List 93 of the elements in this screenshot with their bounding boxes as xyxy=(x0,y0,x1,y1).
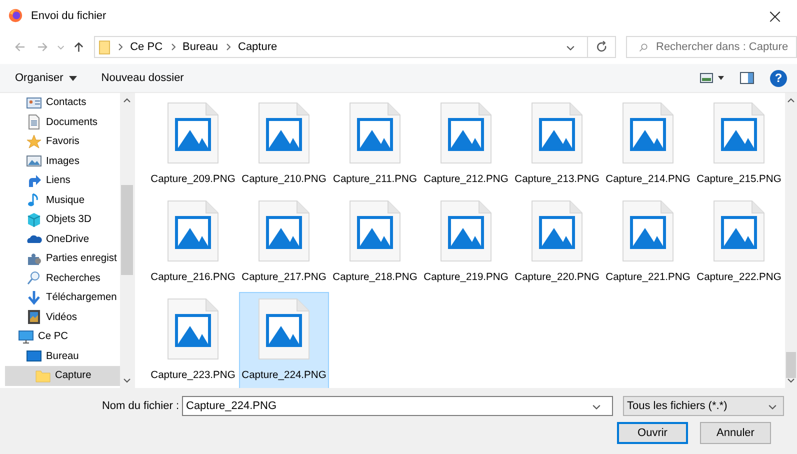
document-icon xyxy=(26,114,42,130)
file-type-dropdown[interactable]: Tous les fichiers (*.*) xyxy=(623,396,784,416)
image-file-icon xyxy=(713,102,765,164)
address-bar[interactable]: Ce PC Bureau Capture xyxy=(94,36,588,58)
scroll-down-icon[interactable] xyxy=(787,376,795,384)
search-field[interactable]: Rechercher dans : Capture xyxy=(626,36,797,58)
sidebar-item[interactable]: Vidéos xyxy=(0,308,120,327)
file-item[interactable]: Capture_217.PNG xyxy=(239,194,329,292)
file-item[interactable]: Capture_219.PNG xyxy=(421,194,511,292)
desktop-icon xyxy=(26,348,42,364)
sidebar-item[interactable]: Téléchargemen xyxy=(0,288,120,308)
image-file-icon xyxy=(622,102,674,164)
computer-icon xyxy=(18,328,34,345)
file-item[interactable]: Capture_223.PNG xyxy=(148,292,238,390)
image-file-icon xyxy=(167,102,219,164)
contact-card-icon xyxy=(26,94,42,111)
open-button[interactable]: Ouvrir xyxy=(617,422,688,444)
sidebar-item[interactable]: Contacts xyxy=(0,93,120,112)
file-item[interactable]: Capture_215.PNG xyxy=(694,96,784,194)
view-options-button[interactable] xyxy=(700,73,726,83)
file-item[interactable]: Capture_222.PNG xyxy=(694,194,784,292)
scroll-up-icon[interactable] xyxy=(787,97,795,105)
organize-menu-button[interactable]: Organiser xyxy=(8,69,84,87)
browser-logo-icon xyxy=(8,8,23,23)
image-file-icon xyxy=(622,200,674,262)
download-arrow-icon xyxy=(26,290,42,306)
breadcrumb-item[interactable]: Bureau xyxy=(182,41,218,53)
image-file-icon xyxy=(349,102,401,164)
puzzle-icon xyxy=(26,250,42,267)
image-file-icon xyxy=(531,200,583,262)
scrollbar-thumb[interactable] xyxy=(121,185,133,275)
file-name-field[interactable]: Capture_224.PNG xyxy=(182,396,613,416)
file-item[interactable]: Capture_210.PNG xyxy=(239,96,329,194)
image-file-icon xyxy=(440,102,492,164)
file-item[interactable]: Capture_216.PNG xyxy=(148,194,238,292)
scrollbar-thumb[interactable] xyxy=(786,352,796,378)
file-item[interactable]: Capture_214.PNG xyxy=(603,96,693,194)
image-file-icon xyxy=(440,200,492,262)
sidebar-item[interactable]: Recherches xyxy=(0,268,120,288)
sidebar-item[interactable]: Parties enregist xyxy=(0,249,120,268)
sidebar-item[interactable]: Objets 3D xyxy=(0,210,120,230)
image-file-icon xyxy=(713,200,765,262)
file-name-label: Nom du fichier : xyxy=(100,400,180,412)
arrow-icon xyxy=(26,172,42,189)
sidebar-item[interactable]: Ce PC xyxy=(0,327,120,346)
image-file-icon xyxy=(349,200,401,262)
search-icon xyxy=(639,42,648,52)
film-icon xyxy=(26,309,42,326)
sidebar-item[interactable]: Images xyxy=(0,152,120,171)
refresh-icon xyxy=(596,41,608,53)
file-item[interactable]: Capture_212.PNG xyxy=(421,96,511,194)
window-title: Envoi du fichier xyxy=(31,10,106,22)
breadcrumb-item[interactable]: Ce PC xyxy=(130,41,163,53)
sidebar-item[interactable]: Capture xyxy=(5,366,120,386)
help-button[interactable]: ? xyxy=(770,70,787,86)
image-file-icon xyxy=(167,200,219,262)
sidebar-item[interactable]: Documents xyxy=(0,112,120,132)
sidebar-item[interactable]: Bureau xyxy=(0,346,120,366)
sidebar-item[interactable]: Favoris xyxy=(0,132,120,152)
sidebar-item[interactable]: OneDrive xyxy=(0,230,120,249)
chevron-right-icon xyxy=(118,43,124,51)
image-icon xyxy=(26,153,42,170)
file-item[interactable]: Capture_211.PNG xyxy=(330,96,420,194)
sidebar-item[interactable]: Liens xyxy=(0,171,120,190)
file-item[interactable]: Capture_213.PNG xyxy=(512,96,602,194)
image-file-icon xyxy=(258,200,310,262)
magnifier-icon xyxy=(26,270,42,286)
close-button[interactable]: × xyxy=(753,0,797,31)
folder-icon xyxy=(99,40,110,54)
folder-icon xyxy=(35,368,51,384)
file-item[interactable]: Capture_221.PNG xyxy=(603,194,693,292)
sidebar-item[interactable]: Musique xyxy=(0,190,120,210)
chevron-right-icon xyxy=(170,43,177,51)
star-icon xyxy=(26,134,42,150)
file-item[interactable]: Capture_220.PNG xyxy=(512,194,602,292)
image-file-icon xyxy=(531,102,583,164)
new-folder-button[interactable]: Nouveau dossier xyxy=(94,69,191,87)
refresh-button[interactable] xyxy=(588,36,616,58)
image-file-icon xyxy=(258,298,310,360)
cancel-button[interactable]: Annuler xyxy=(700,422,771,444)
scroll-up-icon[interactable] xyxy=(123,97,131,105)
file-item[interactable]: Capture_218.PNG xyxy=(330,194,420,292)
preview-pane-icon[interactable] xyxy=(740,72,754,84)
file-item[interactable]: Capture_209.PNG xyxy=(148,96,238,194)
file-item[interactable]: Capture_224.PNG xyxy=(239,292,329,390)
image-file-icon xyxy=(258,102,310,164)
cube-icon xyxy=(26,212,42,228)
image-file-icon xyxy=(167,298,219,360)
scroll-down-icon[interactable] xyxy=(123,376,131,384)
chevron-right-icon xyxy=(226,43,232,51)
caret-icon xyxy=(69,76,78,80)
up-arrow-icon[interactable] xyxy=(72,41,84,53)
breadcrumb-item[interactable]: Capture xyxy=(238,41,278,53)
